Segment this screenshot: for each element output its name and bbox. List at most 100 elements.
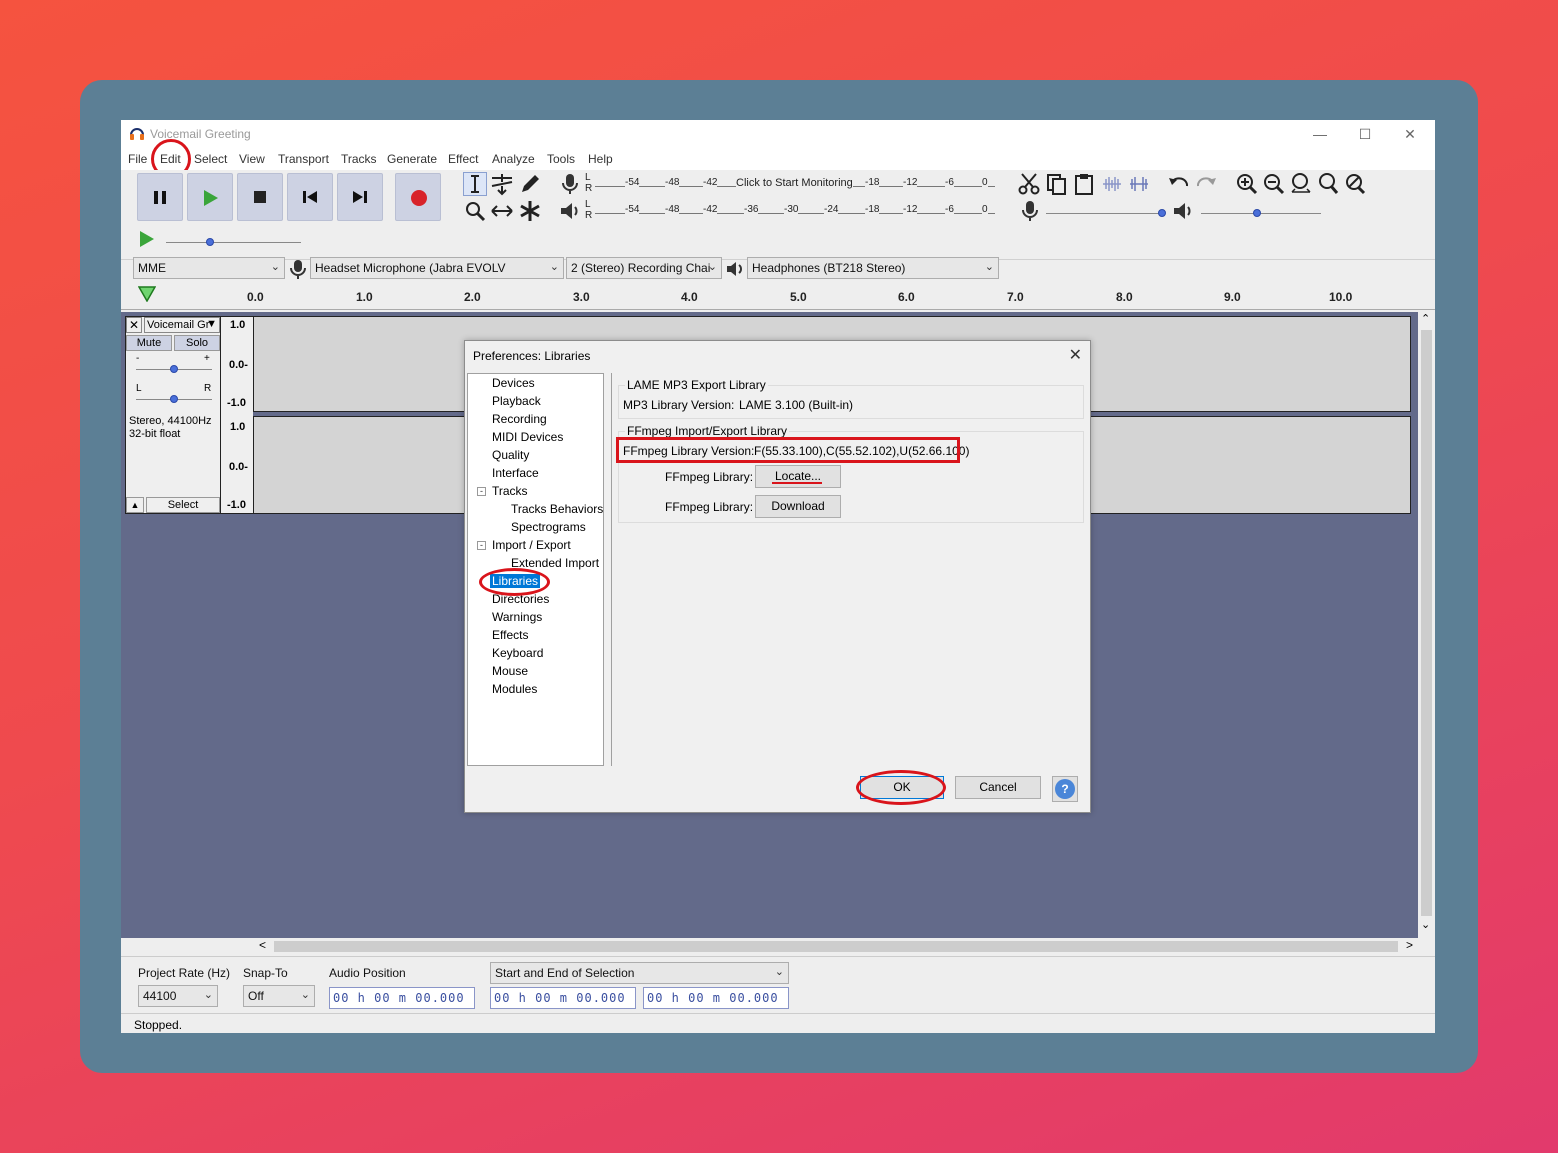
tree-item-spectrograms[interactable]: Spectrograms	[511, 520, 586, 534]
track-name-menu[interactable]: Voicemail Gr ▼	[144, 317, 220, 333]
locate-button[interactable]: Locate...	[755, 465, 841, 488]
gain-knob[interactable]	[170, 365, 178, 373]
playback-meter[interactable]: L R -54 -48 -42 -36 -30 -24 -18 -12 -6 0	[583, 199, 995, 221]
help-button[interactable]: ?	[1052, 776, 1078, 802]
menu-tracks[interactable]: Tracks	[341, 152, 377, 166]
silence-audio-icon[interactable]	[1127, 172, 1151, 196]
play-speed-slider[interactable]	[166, 242, 301, 243]
horizontal-scroll-thumb[interactable]	[274, 941, 1398, 952]
cut-icon[interactable]	[1017, 172, 1041, 196]
play-speed-knob[interactable]	[206, 238, 214, 246]
tree-item-tracks-behaviors[interactable]: Tracks Behaviors	[511, 502, 603, 516]
menu-generate[interactable]: Generate	[387, 152, 437, 166]
close-track-icon[interactable]: ✕	[126, 317, 142, 333]
menu-select[interactable]: Select	[194, 152, 227, 166]
tree-item-mouse[interactable]: Mouse	[492, 664, 528, 678]
play-button[interactable]	[187, 173, 233, 221]
skip-to-start-button[interactable]	[287, 173, 333, 221]
menu-view[interactable]: View	[239, 152, 265, 166]
recording-volume-knob[interactable]	[1158, 209, 1166, 217]
menu-effect[interactable]: Effect	[448, 152, 478, 166]
play-at-speed-icon[interactable]	[138, 230, 156, 248]
tree-item-midi-devices[interactable]: MIDI Devices	[492, 430, 563, 444]
maximize-button[interactable]: ☐	[1350, 123, 1380, 145]
tree-item-interface[interactable]: Interface	[492, 466, 539, 480]
tree-item-warnings[interactable]: Warnings	[492, 610, 542, 624]
start-monitoring-label[interactable]: Click to Start Monitoring	[736, 177, 853, 189]
snap-to-select[interactable]: Off ⌄	[243, 985, 315, 1007]
undo-icon[interactable]	[1167, 172, 1191, 196]
selection-mode-select[interactable]: Start and End of Selection ⌄	[490, 962, 789, 984]
selection-tool-icon[interactable]	[463, 172, 487, 196]
mute-button[interactable]: Mute	[126, 335, 172, 351]
vertical-scrollbar[interactable]: ⌃ ⌄	[1418, 312, 1435, 938]
playback-device-select[interactable]: Headphones (BT218 Stereo) ⌄	[747, 257, 999, 279]
tracks-collapse-icon[interactable]: -	[477, 487, 486, 496]
scroll-right-icon[interactable]: >	[1406, 938, 1413, 952]
recording-volume-slider[interactable]	[1046, 213, 1164, 214]
audio-host-select[interactable]: MME ⌄	[133, 257, 285, 279]
scroll-left-icon[interactable]: <	[259, 938, 266, 952]
timeline-ruler[interactable]: 0.0 1.0 2.0 3.0 4.0 5.0 6.0 7.0 8.0 9.0 …	[121, 282, 1435, 310]
tree-item-keyboard[interactable]: Keyboard	[492, 646, 543, 660]
tree-item-devices[interactable]: Devices	[492, 376, 535, 390]
menu-file[interactable]: File	[128, 152, 147, 166]
download-button[interactable]: Download	[755, 495, 841, 518]
tree-item-quality[interactable]: Quality	[492, 448, 529, 462]
record-meter[interactable]: L R -54 -48 -42 Click to Start Monitorin…	[583, 172, 995, 194]
cancel-button[interactable]: Cancel	[955, 776, 1041, 799]
tree-item-import-export[interactable]: Import / Export	[492, 538, 571, 552]
fit-selection-icon[interactable]	[1289, 172, 1313, 196]
redo-icon[interactable]	[1194, 172, 1218, 196]
close-window-button[interactable]: ✕	[1395, 123, 1425, 145]
fit-project-icon[interactable]	[1316, 172, 1340, 196]
zoom-out-icon[interactable]	[1262, 172, 1286, 196]
import-export-collapse-icon[interactable]: -	[477, 541, 486, 550]
recording-channels-select[interactable]: 2 (Stereo) Recording Chai ⌄	[566, 257, 722, 279]
selection-end-field[interactable]: 00 h 00 m 00.000 s	[643, 987, 789, 1009]
timeshift-tool-icon[interactable]	[490, 199, 514, 223]
playback-volume-knob[interactable]	[1253, 209, 1261, 217]
playback-meter-speaker-icon[interactable]	[558, 199, 582, 223]
tree-item-playback[interactable]: Playback	[492, 394, 541, 408]
project-rate-select[interactable]: 44100 ⌄	[138, 985, 218, 1007]
scroll-down-icon[interactable]: ⌄	[1421, 918, 1430, 931]
solo-button[interactable]: Solo	[174, 335, 220, 351]
stop-button[interactable]	[237, 173, 283, 221]
audio-position-field[interactable]: 00 h 00 m 00.000 s	[329, 987, 475, 1009]
menu-transport[interactable]: Transport	[278, 152, 329, 166]
record-meter-mic-icon[interactable]	[558, 172, 582, 196]
tree-item-modules[interactable]: Modules	[492, 682, 537, 696]
copy-icon[interactable]	[1045, 172, 1069, 196]
zoom-in-icon[interactable]	[1235, 172, 1259, 196]
vertical-scroll-thumb[interactable]	[1421, 330, 1432, 916]
select-track-button[interactable]: Select	[146, 497, 220, 513]
menu-help[interactable]: Help	[588, 152, 613, 166]
collapse-track-icon[interactable]: ▲	[126, 497, 144, 513]
menu-tools[interactable]: Tools	[547, 152, 575, 166]
multi-tool-icon[interactable]	[518, 199, 542, 223]
playback-volume-slider[interactable]	[1201, 213, 1321, 214]
envelope-tool-icon[interactable]	[490, 172, 514, 196]
selection-start-field[interactable]: 00 h 00 m 00.000 s	[490, 987, 636, 1009]
tree-item-effects[interactable]: Effects	[492, 628, 528, 642]
tree-item-tracks[interactable]: Tracks	[492, 484, 528, 498]
record-button[interactable]	[395, 173, 441, 221]
zoom-tool-icon[interactable]	[463, 199, 487, 223]
menu-analyze[interactable]: Analyze	[492, 152, 535, 166]
zoom-toggle-icon[interactable]	[1343, 172, 1367, 196]
recording-device-select[interactable]: Headset Microphone (Jabra EVOLV ⌄	[310, 257, 564, 279]
minimize-button[interactable]: —	[1305, 123, 1335, 145]
scroll-up-icon[interactable]: ⌃	[1421, 312, 1430, 325]
timeline-pin-icon[interactable]	[138, 286, 156, 302]
paste-icon[interactable]	[1072, 172, 1096, 196]
skip-to-end-button[interactable]	[337, 173, 383, 221]
pan-knob[interactable]	[170, 395, 178, 403]
pause-button[interactable]	[137, 173, 183, 221]
timeline-tick: 2.0	[464, 290, 481, 304]
horizontal-scrollbar[interactable]: < >	[254, 938, 1418, 955]
draw-tool-icon[interactable]	[518, 172, 542, 196]
tree-item-recording[interactable]: Recording	[492, 412, 547, 426]
dialog-close-icon[interactable]: ✕	[1069, 345, 1082, 365]
trim-audio-icon[interactable]	[1100, 172, 1124, 196]
